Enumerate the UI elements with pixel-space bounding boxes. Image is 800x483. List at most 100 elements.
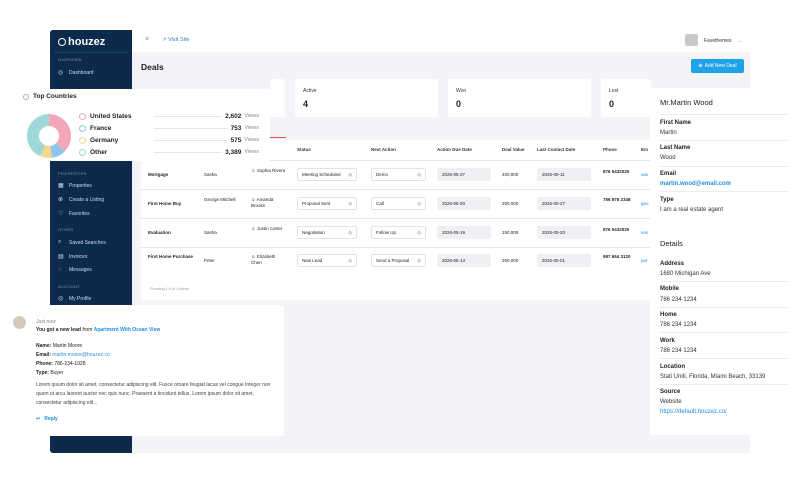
stat-card-won: Won 0 [448, 79, 591, 117]
chevron-icon: ◇ [348, 229, 352, 235]
legend-dot [79, 124, 86, 132]
country-row: Germany 575 Views [79, 135, 259, 145]
plus-circle-icon: ⊕ [58, 197, 64, 203]
stat-label: Won [456, 88, 467, 94]
stat-label: Active [303, 88, 317, 94]
header-action-due-date: Action Due Date [437, 147, 472, 152]
stat-label: Lost [609, 88, 619, 94]
type-value: I am a real estate agent [660, 207, 724, 213]
dashboard-icon: ◎ [58, 70, 64, 76]
stat-card-lost: Lost 0 [601, 79, 651, 117]
divider [141, 218, 651, 219]
deal-contact: Sasha [204, 230, 217, 235]
deal-contact: Peter [204, 258, 215, 263]
deal-phone: 756 876 2348 [603, 197, 631, 202]
header-phone: Phone [603, 147, 617, 152]
work-label: Work [660, 338, 675, 344]
address-label: Address [660, 261, 685, 267]
next-action-select[interactable]: Demo ◇ [371, 168, 426, 181]
last-contact-field[interactable]: 2026-05-20 [537, 226, 591, 239]
next-action-select[interactable]: Follow Up ◇ [371, 226, 426, 239]
sidebar-item-favorites[interactable]: ♡ Favorites [58, 210, 90, 218]
notification-time: Just now [36, 319, 56, 325]
deal-contact: Sasha [204, 172, 217, 177]
deal-email[interactable]: geo [641, 201, 649, 207]
deal-email[interactable]: sas [641, 172, 648, 178]
next-action-select[interactable]: Send a Proposal ◇ [371, 254, 426, 267]
status-select[interactable]: New Lead ◇ [297, 254, 357, 267]
houzez-logo[interactable]: houzez [58, 36, 105, 48]
source-label: Source [660, 389, 681, 395]
next-action-select[interactable]: Call ◇ [371, 197, 426, 210]
deal-contact: George Mitchell [204, 197, 236, 202]
lead-email: Email: martin.moore@houzez.co [36, 352, 110, 358]
last-contact-field[interactable]: 2026-05-27 [537, 197, 591, 210]
stat-card-partial [270, 79, 285, 117]
mobile-value: 786 234 1234 [660, 297, 697, 303]
chevron-icon: ◇ [417, 257, 421, 263]
sidebar-item-properties[interactable]: ▦ Properties [58, 182, 92, 190]
deal-title[interactable]: Mortgage [148, 172, 168, 178]
sidebar-item-saved-searches[interactable]: ⌕ Saved Searches [58, 239, 106, 246]
stat-value: 0 [456, 99, 462, 109]
header-email: Em [641, 147, 649, 152]
heart-icon: ♡ [58, 211, 64, 217]
sidebar-item-dashboard[interactable]: ◎ Dashboard [58, 69, 93, 77]
deal-email[interactable]: sas [641, 230, 648, 236]
email-link[interactable]: martin.wood@email.com [660, 181, 731, 187]
due-date-field[interactable]: 2026-05-19 [437, 226, 491, 239]
listing-link[interactable]: Apartment With Ocean View [94, 327, 161, 333]
deal-title[interactable]: First Home Buy [148, 201, 181, 207]
country-row: United States 2,602 Views [79, 111, 259, 121]
user-avatar[interactable] [685, 34, 698, 46]
source-url-link[interactable]: https://default.houzez.co/ [660, 409, 727, 415]
chevron-icon: ◇ [348, 200, 352, 206]
deal-value: 400,000 [502, 172, 519, 177]
deal-email[interactable]: pet [641, 258, 647, 264]
due-date-field[interactable]: 2026-05-20 [437, 197, 491, 210]
divider [660, 332, 788, 333]
status-select[interactable]: Meeting Scheduled ◇ [297, 168, 357, 181]
chevron-icon: ◇ [348, 257, 352, 263]
address-value: 1680 Michigan Ave [660, 271, 711, 277]
lead-phone: Phone: 786-234-1928 [36, 361, 86, 367]
divider [660, 281, 788, 282]
header-deal-value: Deal Value [502, 147, 525, 152]
sidebar-item-messages[interactable]: ◌ Messages [58, 267, 92, 273]
menu-icon[interactable]: ≡ [145, 36, 149, 43]
details-title: Details [660, 239, 683, 248]
top-bar [132, 30, 750, 52]
last-contact-field[interactable]: 2026-05-11 [537, 168, 591, 181]
sidebar-item-create-listing[interactable]: ⊕ Create a Listing [58, 196, 104, 204]
sidebar-item-my-profile[interactable]: ◎ My Profile [58, 295, 91, 303]
due-date-field[interactable]: 2026-05-13 [437, 254, 491, 267]
first-name-label: First Name [660, 120, 692, 126]
home-value: 786 234 1234 [660, 322, 697, 328]
add-new-deal-button[interactable]: ⊕ Add New Deal [691, 59, 744, 73]
deal-phone: 987 654 3120 [603, 254, 631, 259]
top-countries-title: Top Countries [23, 93, 77, 100]
due-date-field[interactable]: 2026-05-27 [437, 168, 491, 181]
sidebar-item-invoices[interactable]: ▤ Invoices [58, 253, 87, 261]
lead-name: Name: Martin Moore [36, 343, 83, 349]
notification-message: Lorem ipsum dolor sit amet, consectetur … [36, 382, 271, 406]
status-select[interactable]: Negotiation ◇ [297, 226, 357, 239]
first-name-value: Martin [660, 130, 677, 136]
last-name-value: Wood [660, 155, 676, 161]
deal-title[interactable]: First Home Purchase [148, 254, 196, 260]
user-menu[interactable]: Favethemes ⌄ [704, 38, 742, 44]
last-contact-field[interactable]: 2026-05-01 [537, 254, 591, 267]
deal-value: 250,000 [502, 201, 519, 206]
chevron-down-icon: ⌄ [737, 38, 742, 44]
section-properties: PROPERTIES [58, 171, 87, 176]
reply-button[interactable]: ↩ Reply [36, 416, 58, 422]
invoice-icon: ▤ [58, 254, 64, 260]
header-next-action: Next Action [371, 147, 396, 152]
plus-icon: ⊕ [698, 63, 703, 69]
visit-site-link[interactable]: ↗ Visit Site [162, 37, 189, 43]
status-select[interactable]: Proposal Sent ◇ [297, 197, 357, 210]
reply-icon: ↩ [36, 416, 41, 422]
divider [660, 114, 788, 115]
deal-title[interactable]: Evaluation [148, 230, 171, 236]
deal-agent: ☺ Justin Carter [251, 226, 283, 231]
